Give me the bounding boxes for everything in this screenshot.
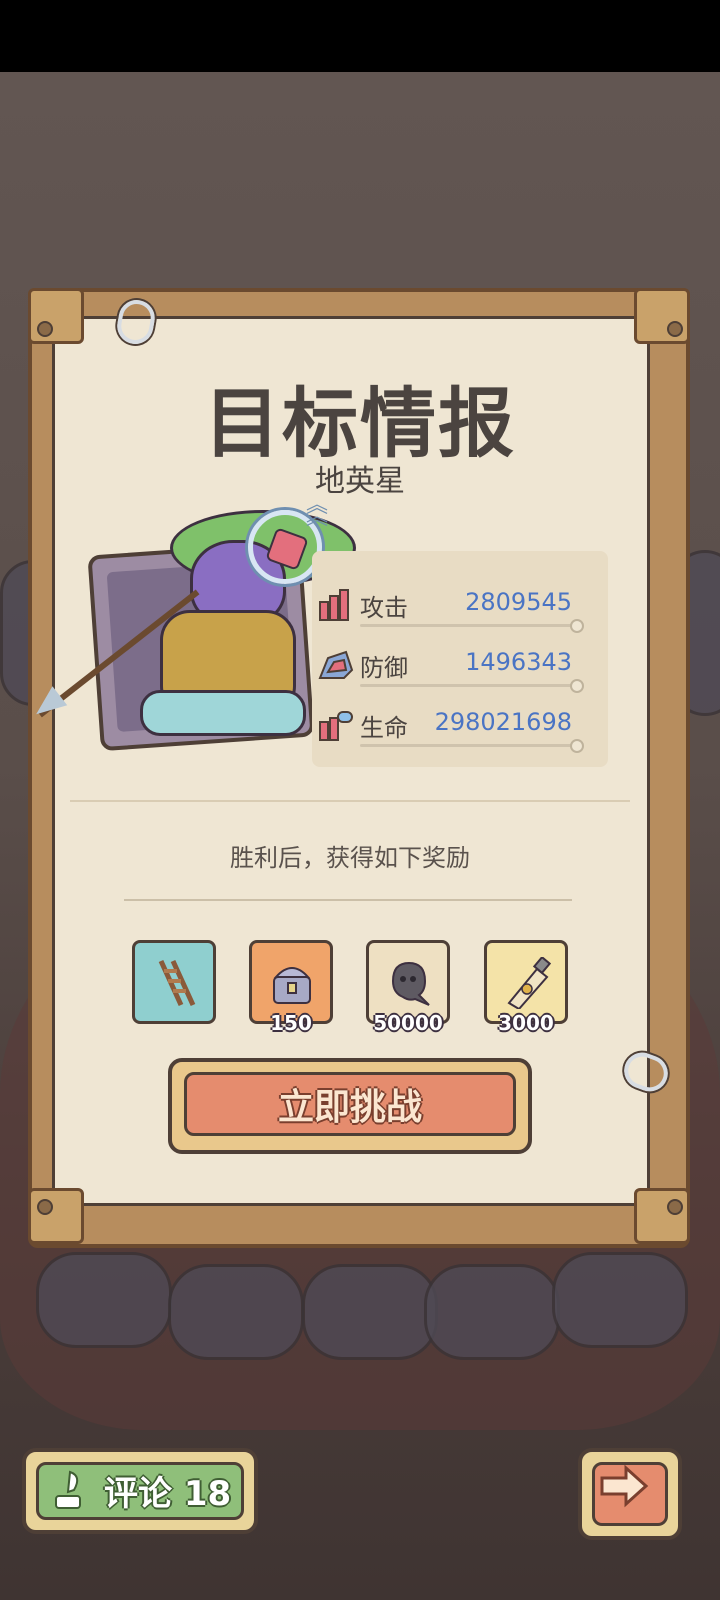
reward-item-tube[interactable]: 3000 xyxy=(484,940,568,1035)
frame-corner-top-left xyxy=(28,288,84,344)
stat-row-health: 生命 298021698 xyxy=(316,702,588,753)
stat-row-attack: 攻击 2809545 xyxy=(316,582,588,633)
reward-caption: 胜利后，获得如下奖励 xyxy=(230,844,470,872)
frame-corner-bottom-right xyxy=(634,1188,690,1244)
stat-label: 防御 xyxy=(360,654,408,682)
background-pedestal-4 xyxy=(424,1264,560,1360)
reward-count: 50000 xyxy=(373,1011,443,1035)
background-pedestal-5 xyxy=(552,1252,688,1348)
reward-count: 150 xyxy=(270,1011,312,1035)
section-divider xyxy=(70,800,630,802)
tube-icon xyxy=(507,957,551,1009)
reward-count: 3000 xyxy=(498,1011,554,1035)
background-pedestal-1 xyxy=(36,1252,172,1348)
defense-icon xyxy=(318,650,354,679)
quill-ink-icon xyxy=(55,1470,81,1509)
character-cloud xyxy=(140,690,306,736)
reward-item-ladder[interactable] xyxy=(132,940,216,1024)
background-pedestal-3 xyxy=(302,1264,438,1360)
arrow-right-icon xyxy=(600,1464,649,1508)
target-name: 地英星 xyxy=(315,464,405,499)
ghost-icon xyxy=(391,961,430,1006)
ladder-icon xyxy=(158,959,196,1007)
attack-icon xyxy=(319,589,349,621)
challenge-button[interactable]: 立即挑战 xyxy=(168,1058,532,1154)
reward-item-chest[interactable]: 150 xyxy=(249,940,333,1035)
stat-value: 298021698 xyxy=(434,708,572,736)
stat-label: 生命 xyxy=(360,714,408,742)
stat-label: 攻击 xyxy=(360,594,408,622)
next-button[interactable] xyxy=(578,1448,682,1540)
health-icon xyxy=(319,711,353,741)
reward-underline xyxy=(124,899,572,901)
rank-chevron-icon: ︽ ︽ xyxy=(306,493,329,530)
stat-value: 2809545 xyxy=(465,588,572,616)
comment-button[interactable]: 评论 18 xyxy=(22,1448,258,1534)
challenge-button-label: 立即挑战 xyxy=(277,1087,422,1128)
stat-value: 1496343 xyxy=(465,648,572,676)
comment-button-label: 评论 18 xyxy=(104,1474,232,1514)
reward-item-ghost[interactable]: 50000 xyxy=(366,940,450,1035)
status-bar xyxy=(0,0,720,72)
stat-row-defense: 防御 1496343 xyxy=(316,642,588,693)
frame-corner-bottom-left xyxy=(28,1188,84,1244)
frame-corner-top-right xyxy=(634,288,690,344)
treasure-chest-icon xyxy=(273,967,311,1004)
background-pedestal-2 xyxy=(168,1264,304,1360)
